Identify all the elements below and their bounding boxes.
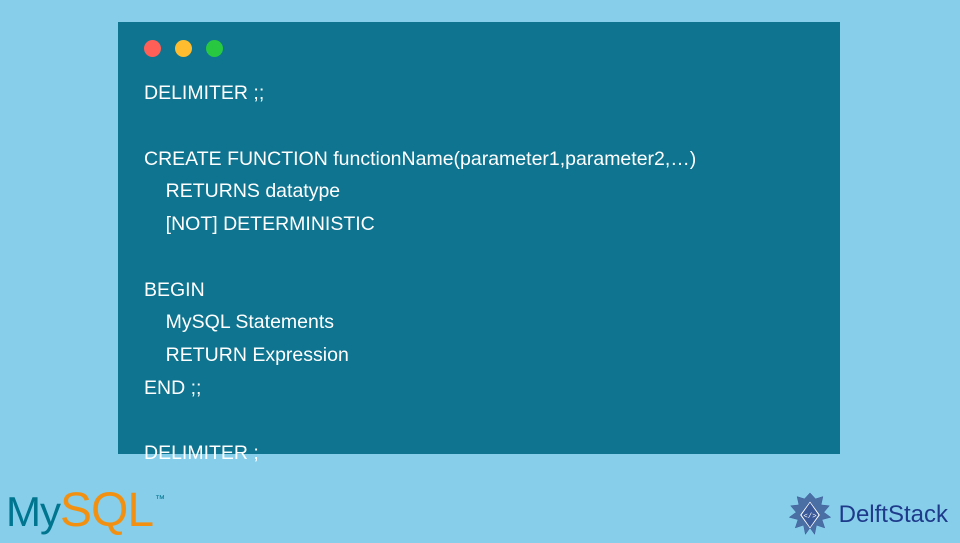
mysql-logo-sql: SQL (60, 483, 153, 538)
delftstack-logo: </> DelftStack (787, 492, 948, 538)
code-block: DELIMITER ;; CREATE FUNCTION functionNam… (144, 77, 814, 470)
mysql-logo-my: My (6, 488, 60, 536)
mysql-logo: MySQL™ (6, 483, 165, 538)
minimize-icon (175, 40, 192, 57)
footer-logos: MySQL™ </> DelftStack (0, 478, 960, 540)
code-line: RETURN Expression (144, 344, 349, 366)
code-editor-window: DELIMITER ;; CREATE FUNCTION functionNam… (118, 22, 840, 454)
code-line: [NOT] DETERMINISTIC (144, 213, 375, 235)
code-line: DELIMITER ; (144, 442, 259, 464)
code-line: MySQL Statements (144, 311, 334, 333)
delftstack-label: DelftStack (839, 501, 948, 529)
window-controls (144, 40, 814, 57)
code-line: END ;; (144, 377, 201, 399)
maximize-icon (206, 40, 223, 57)
code-line: DELIMITER ;; (144, 82, 264, 104)
close-icon (144, 40, 161, 57)
mysql-logo-tm: ™ (155, 494, 165, 505)
code-line: BEGIN (144, 279, 205, 301)
code-line: RETURNS datatype (144, 180, 340, 202)
svg-text:</>: </> (803, 513, 816, 521)
code-line: CREATE FUNCTION functionName(parameter1,… (144, 148, 696, 170)
delftstack-icon: </> (787, 492, 833, 538)
